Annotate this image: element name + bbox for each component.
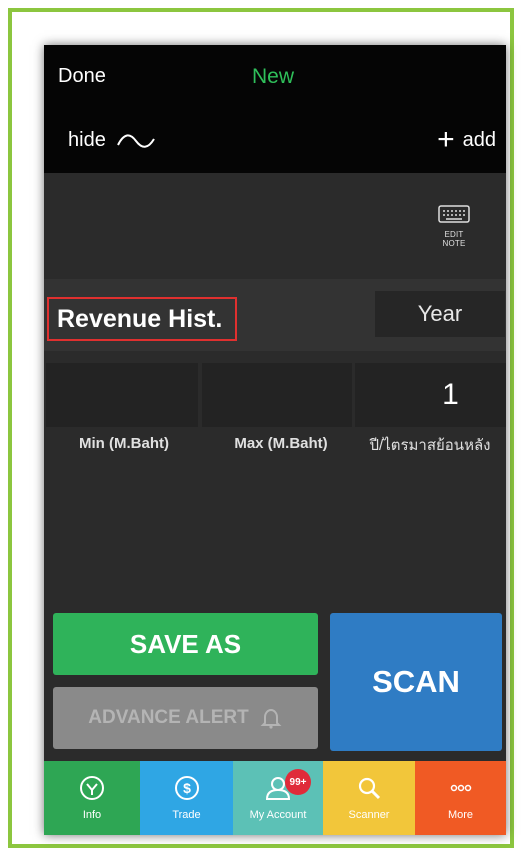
notification-badge: 99+ xyxy=(285,769,311,795)
hide-button[interactable]: hide xyxy=(68,129,156,152)
bottom-tab-bar: Info $ Trade 99+ My Account Scanner More xyxy=(44,761,506,835)
tab-trade[interactable]: $ Trade xyxy=(140,761,233,835)
dollar-icon: $ xyxy=(170,771,204,805)
min-label: Min (M.Baht) xyxy=(79,435,169,452)
wave-icon xyxy=(116,134,155,148)
min-value-field[interactable] xyxy=(46,363,198,427)
hide-label: hide xyxy=(68,129,106,151)
tab-info-label: Info xyxy=(82,809,102,821)
tab-more[interactable]: More xyxy=(415,761,506,835)
edit-note-button[interactable]: EDIT NOTE xyxy=(432,205,476,248)
criteria-title: Revenue Hist. xyxy=(47,297,237,341)
tab-scanner[interactable]: Scanner xyxy=(323,761,415,835)
save-as-button[interactable]: SAVE AS xyxy=(53,613,318,675)
criteria-input-row: 1 xyxy=(44,363,506,427)
tab-info[interactable]: Info xyxy=(44,761,140,835)
advance-alert-label: ADVANCE ALERT xyxy=(88,707,249,728)
top-nav-bar: Done New hide + add xyxy=(44,45,506,173)
tab-more-label: More xyxy=(447,809,474,821)
tab-my-account-label: My Account xyxy=(249,809,307,821)
edit-note-label: EDIT NOTE xyxy=(442,230,466,248)
svg-text:$: $ xyxy=(183,780,191,796)
year-value-field[interactable]: 1 xyxy=(355,363,506,427)
add-label: add xyxy=(462,128,496,151)
criteria-header-row: Revenue Hist. Year xyxy=(44,279,506,351)
keyboard-icon xyxy=(438,205,470,223)
plus-icon: + xyxy=(437,123,455,156)
app-screen: Done New hide + add EDIT NOTE Revenue Hi… xyxy=(44,45,506,835)
year-label: ปี/ไตรมาสย้อนหลัง xyxy=(369,437,491,454)
tab-trade-label: Trade xyxy=(172,809,201,821)
screen-title: New xyxy=(252,65,295,88)
max-label: Max (M.Baht) xyxy=(234,435,328,452)
magnifier-icon xyxy=(352,771,386,805)
max-value-field[interactable] xyxy=(202,363,352,427)
info-icon xyxy=(75,771,109,805)
scan-button[interactable]: SCAN xyxy=(330,613,502,751)
bell-icon xyxy=(260,708,282,729)
more-icon xyxy=(444,771,478,805)
period-header[interactable]: Year xyxy=(375,291,505,337)
add-button[interactable]: + add xyxy=(437,125,496,155)
tab-scanner-label: Scanner xyxy=(348,809,390,821)
advance-alert-button[interactable]: ADVANCE ALERT xyxy=(53,687,318,749)
tab-my-account[interactable]: 99+ My Account xyxy=(233,761,323,835)
done-button[interactable]: Done xyxy=(58,65,106,88)
